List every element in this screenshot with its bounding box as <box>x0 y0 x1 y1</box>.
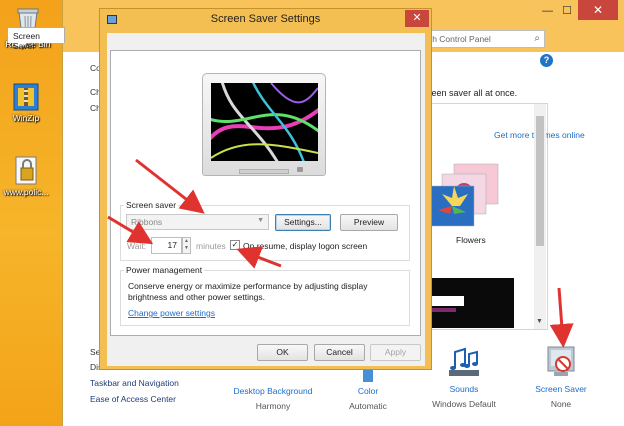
screen-saver-item[interactable]: Screen Saver None <box>524 344 598 409</box>
monitor-stand <box>239 169 289 174</box>
tab-screen-saver[interactable]: Screen Saver <box>7 27 65 51</box>
monitor-power-light <box>297 167 303 172</box>
wait-minutes-input[interactable]: 17 <box>151 237 182 254</box>
theme-flowers-label: Flowers <box>456 235 486 245</box>
dialog-title: Screen Saver Settings <box>210 13 321 25</box>
ok-button[interactable]: OK <box>257 344 308 361</box>
window-close-button[interactable]: ✕ <box>578 0 618 20</box>
screen-saver-select[interactable]: Ribbons ▼ <box>126 214 269 230</box>
screen-saver-group-title: Screen saver <box>124 200 179 210</box>
apply-button[interactable]: Apply <box>370 344 421 361</box>
screen-saver-icon <box>544 344 578 380</box>
desktop-icon-policy-file[interactable]: www.polic... <box>0 154 54 197</box>
minutes-label: minutes <box>196 241 226 251</box>
minimize-maximize-buttons[interactable]: — ☐ <box>542 4 572 17</box>
taskbar-navigation-link[interactable]: Taskbar and Navigation <box>90 378 179 388</box>
winzip-icon <box>11 80 41 111</box>
desktop-background-label: Desktop Background <box>233 386 313 396</box>
power-management-description: Conserve energy or maximize performance … <box>128 281 368 302</box>
help-icon[interactable]: ? <box>540 54 553 67</box>
desktop-background-value: Harmony <box>255 401 291 411</box>
sounds-item[interactable]: Sounds Windows Default <box>426 346 502 409</box>
chevron-down-icon: ▼ <box>257 217 264 224</box>
search-icon: ⌕ <box>534 33 540 44</box>
sounds-value: Windows Default <box>432 399 496 409</box>
sounds-label: Sounds <box>449 384 479 394</box>
resume-logon-label: On resume, display logon screen <box>243 241 368 251</box>
policy-file-icon <box>11 154 41 185</box>
desktop-icon-winzip[interactable]: WinZip <box>0 80 54 123</box>
theme-dark-thumbnail[interactable] <box>428 278 514 328</box>
power-management-title: Power management <box>124 265 205 275</box>
sounds-icon <box>447 346 481 380</box>
wait-label: Wait: <box>127 241 147 251</box>
change-power-settings-link[interactable]: Change power settings <box>128 308 215 318</box>
color-value: Automatic <box>349 401 387 411</box>
policy-file-label: www.polic... <box>3 187 49 197</box>
scroll-down-icon[interactable]: ▼ <box>536 318 543 325</box>
screen-saver-label: Screen Saver <box>535 384 587 394</box>
settings-button[interactable]: Settings... <box>275 214 331 231</box>
winzip-label: WinZip <box>12 113 40 123</box>
preview-button[interactable]: Preview <box>340 214 398 231</box>
ease-of-access-link[interactable]: Ease of Access Center <box>90 394 176 404</box>
preview-screen <box>211 83 318 161</box>
wait-spinner-arrows[interactable]: ▲ ▼ <box>182 237 191 254</box>
theme-flowers-thumbnail[interactable] <box>428 162 500 230</box>
resume-logon-checkbox[interactable]: ✓ <box>230 240 240 250</box>
cancel-button[interactable]: Cancel <box>314 344 365 361</box>
dialog-close-button[interactable]: ✕ <box>405 10 429 27</box>
screen-saver-select-value: Ribbons <box>131 217 163 227</box>
screen-saver-value: None <box>550 399 572 409</box>
color-label: Color <box>357 386 379 396</box>
preview-monitor <box>202 73 326 176</box>
themes-scroll-thumb[interactable] <box>536 116 544 246</box>
